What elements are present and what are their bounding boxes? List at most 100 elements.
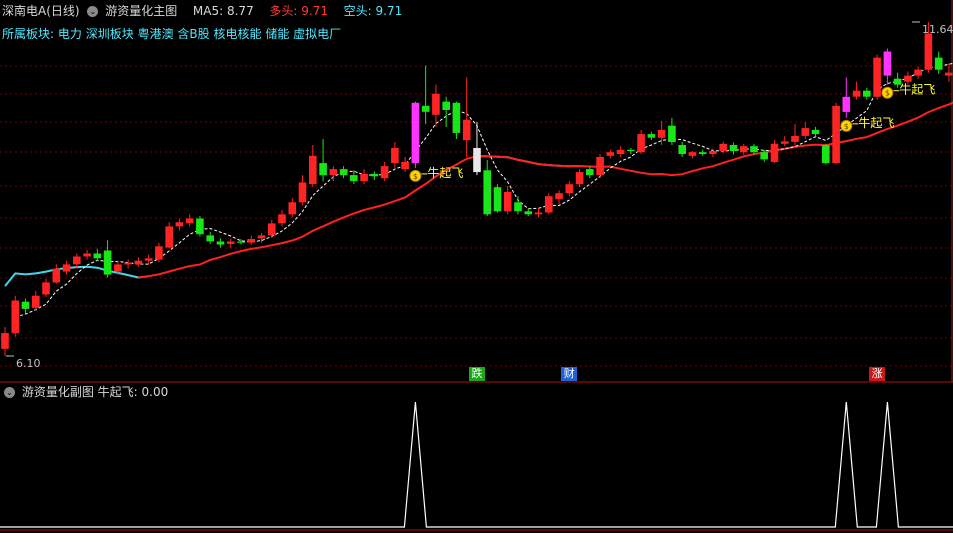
candle-body [493, 187, 502, 212]
event-marker[interactable]: 财 [561, 367, 578, 381]
candle-body [503, 192, 512, 212]
grid-lines [0, 0, 953, 382]
long-label: 多头: [269, 4, 298, 18]
sub-header: ⌄ 游资量化副图 牛起飞: 0.00 [0, 385, 168, 399]
candle-body [565, 184, 574, 194]
chevron-down-icon[interactable]: ⌄ [87, 6, 99, 17]
candle-body [32, 295, 40, 308]
candle-body [545, 196, 553, 213]
candle-body [309, 155, 317, 185]
sector-row: 所属板块: 电力 深圳板块 粤港澳 含B股 核电核能 储能 虚拟电厂 [2, 27, 341, 41]
candle-body [380, 166, 389, 179]
sector-item[interactable]: 核电核能 [213, 27, 261, 41]
candle-body [237, 241, 245, 243]
signal-marker: $ 牛起飞 [881, 82, 935, 99]
candle-body [93, 253, 102, 259]
sub-signal-line [0, 401, 953, 528]
sector-item[interactable]: 粤港澳 [138, 27, 174, 41]
candle-body [442, 101, 450, 110]
candle-body [729, 145, 738, 151]
candle-body [555, 193, 563, 200]
candle-body [842, 96, 851, 112]
candle-body [924, 33, 933, 70]
signal-label: 牛起飞: [97, 385, 138, 399]
candle-body [155, 246, 163, 260]
money-bag-glyph: $ [885, 89, 890, 98]
main-header: 深南电A(日线) ⌄ 游资量化主图 MA5: 8.77 多头: 9.71 空头:… [2, 4, 402, 18]
money-bag-glyph: $ [844, 122, 849, 131]
sector-item[interactable]: 储能 [265, 27, 289, 41]
candle-body [606, 152, 615, 156]
candle-body [278, 214, 286, 224]
candle-body [73, 256, 81, 265]
candle-body [616, 149, 625, 154]
candle-body [288, 202, 297, 215]
candle-body [350, 175, 358, 182]
candle-body [873, 57, 881, 97]
candle-body [134, 260, 143, 265]
candle-body [391, 148, 399, 164]
candle-body [247, 239, 255, 243]
candle-body [114, 264, 122, 272]
long-value: 9.71 [301, 4, 328, 18]
event-marker[interactable]: 涨 [869, 367, 886, 381]
sector-item[interactable]: 虚拟电厂 [293, 27, 341, 41]
candle-body [360, 173, 368, 182]
candle-body [42, 282, 50, 295]
short-value: 9.71 [375, 4, 403, 18]
candle-body [329, 169, 338, 176]
candle-body [83, 253, 91, 257]
candle-body [462, 119, 471, 141]
candle-body [411, 102, 420, 164]
candle-body [432, 93, 440, 115]
high-price-marker: 11.64 [912, 21, 953, 36]
candle-body [801, 128, 810, 136]
signal-value: 0.00 [141, 385, 169, 399]
candle-body [206, 235, 214, 242]
sector-item[interactable]: 深圳板块 [86, 27, 134, 41]
candle-body [268, 223, 276, 236]
ma5-label: MA5: [192, 4, 224, 18]
signal-text: 牛起飞 [858, 115, 894, 130]
short-label: 空头: [343, 4, 372, 18]
signal-text: 牛起飞 [427, 165, 463, 180]
candle-body [811, 129, 820, 135]
candle-body [637, 134, 645, 153]
candle-body [421, 105, 430, 112]
candle-body [781, 141, 789, 144]
signal-text: 牛起飞 [899, 82, 935, 97]
sector-item[interactable]: 含B股 [177, 27, 209, 41]
sub-indicator-name[interactable]: 游资量化副图 [22, 385, 94, 399]
signal-marker: $ 牛起飞 [409, 165, 463, 182]
candle-body [883, 51, 892, 76]
candle-body [627, 149, 635, 151]
candle-body [688, 152, 697, 156]
candle-body [596, 157, 604, 176]
sector-item[interactable]: 电力 [58, 27, 82, 41]
main-indicator-name[interactable]: 游资量化主图 [105, 4, 177, 18]
candle-body [298, 182, 307, 203]
candle-body [319, 163, 327, 176]
candle-body [760, 152, 768, 160]
candle-body [452, 102, 461, 133]
candle-body [21, 301, 30, 309]
candle-body [11, 300, 20, 334]
candle-body [524, 211, 533, 215]
event-marker[interactable]: 跌 [468, 367, 485, 381]
candle-body [719, 143, 727, 151]
candle-body [144, 258, 153, 261]
candle-body [739, 146, 748, 153]
candle-body [534, 212, 543, 215]
candle-body [934, 57, 943, 70]
ma-cyan-line [4, 155, 580, 287]
candle-body [852, 90, 861, 97]
candle-body [770, 143, 779, 162]
low-price-marker: 6.10 [6, 355, 41, 370]
candle-body [832, 105, 840, 164]
sector-label: 所属板块: [2, 27, 55, 41]
high-price-label: 11.64 [922, 23, 953, 36]
candle-body [904, 75, 912, 82]
chevron-down-icon[interactable]: ⌄ [4, 387, 15, 398]
candle-body [226, 241, 235, 244]
candle-body [863, 90, 871, 97]
